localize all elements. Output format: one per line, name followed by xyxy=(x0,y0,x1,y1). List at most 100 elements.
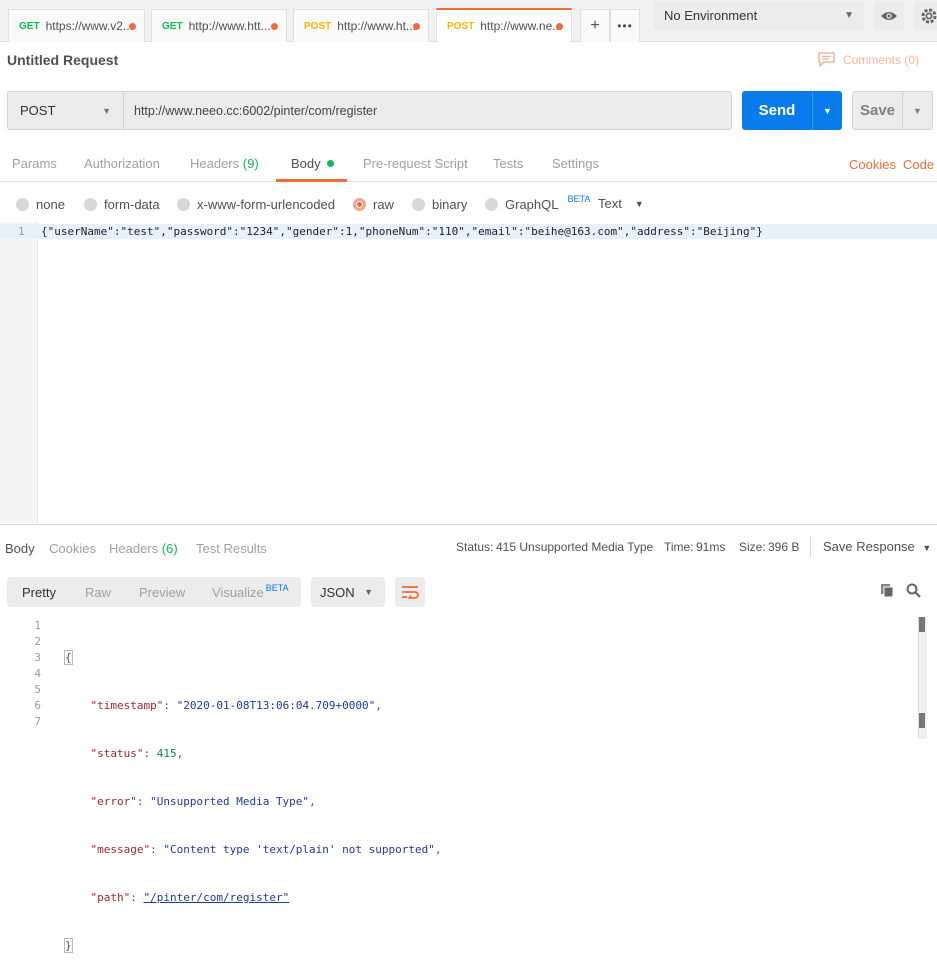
search-response-button[interactable] xyxy=(906,583,921,601)
copy-icon xyxy=(881,584,894,598)
size-value[interactable]: 396 B xyxy=(768,540,799,554)
send-button[interactable]: Send ▼ xyxy=(742,91,842,130)
response-tab-test-results[interactable]: Test Results xyxy=(196,541,267,556)
radio-binary[interactable]: binary xyxy=(412,197,467,212)
pane-divider[interactable] xyxy=(0,524,937,525)
method-select[interactable]: POST ▼ xyxy=(7,91,124,130)
search-icon xyxy=(906,583,921,598)
view-raw[interactable]: Raw xyxy=(85,585,111,600)
environment-select[interactable]: No Environment ▼ xyxy=(654,1,864,30)
tab-method: GET xyxy=(162,20,183,32)
radio-none[interactable]: none xyxy=(16,197,65,212)
line-number: 3 xyxy=(34,651,41,664)
tab-params[interactable]: Params xyxy=(12,156,57,171)
radio-selected-icon xyxy=(353,198,366,211)
save-label: Save xyxy=(859,102,896,119)
send-label: Send xyxy=(758,102,796,119)
json-value: "2020-01-08T13:06:04.709+0000" xyxy=(176,699,376,712)
gear-icon xyxy=(921,8,937,23)
more-tabs-button[interactable]: ••• xyxy=(610,9,640,42)
format-label: Text xyxy=(598,196,622,211)
response-tab-body[interactable]: Body xyxy=(5,541,35,556)
request-body-editor[interactable] xyxy=(0,222,937,524)
unsaved-dot-icon xyxy=(413,23,420,30)
status-value[interactable]: 415 Unsupported Media Type xyxy=(496,540,653,554)
wrap-lines-button[interactable] xyxy=(395,577,425,607)
unsaved-dot-icon xyxy=(271,23,278,30)
response-tab-cookies[interactable]: Cookies xyxy=(49,541,96,556)
radio-raw[interactable]: raw xyxy=(353,197,394,212)
caret-down-icon: ▼ xyxy=(634,198,644,209)
save-options-caret-icon[interactable]: ▼ xyxy=(902,92,932,129)
radio-label: x-www-form-urlencoded xyxy=(197,197,335,212)
json-value: "Unsupported Media Type" xyxy=(150,795,310,808)
response-body-viewer[interactable]: { "timestamp": "2020-01-08T13:06:04.709+… xyxy=(64,618,442,970)
radio-graphql[interactable]: GraphQL BETA xyxy=(485,194,590,212)
json-key: "error" xyxy=(90,795,137,808)
response-tab-headers-label: Headers xyxy=(109,541,159,556)
comments-button[interactable]: Comments (0) xyxy=(818,52,919,67)
line-number: 1 xyxy=(34,619,41,632)
time-value[interactable]: 91ms xyxy=(696,540,725,554)
request-body-text[interactable]: {"userName":"test","password":"1234","ge… xyxy=(41,225,763,238)
editor-gutter xyxy=(0,222,38,524)
response-tab-headers[interactable]: Headers (6) xyxy=(109,541,178,556)
status-separator xyxy=(810,536,811,558)
tab-url: https://www.v2... xyxy=(45,19,133,33)
view-preview[interactable]: Preview xyxy=(139,585,185,600)
scrollbar-thumb-top[interactable] xyxy=(919,617,925,632)
tab-authorization[interactable]: Authorization xyxy=(84,156,160,171)
radio-circle-icon xyxy=(485,198,498,211)
tab-method: GET xyxy=(19,20,40,32)
environment-quick-look-button[interactable] xyxy=(874,1,904,30)
visualize-label: Visualize xyxy=(212,585,264,600)
body-format-select[interactable]: Text ▼ xyxy=(598,196,644,211)
size-label: Size: xyxy=(739,540,766,554)
json-comma: , xyxy=(375,699,382,712)
json-key: "path" xyxy=(90,891,131,904)
send-options-caret-icon[interactable]: ▼ xyxy=(812,91,842,130)
radio-form-data[interactable]: form-data xyxy=(84,197,160,212)
json-close-brace: } xyxy=(64,938,73,953)
new-tab-button[interactable]: + xyxy=(580,9,610,42)
tab-headers[interactable]: Headers (9) xyxy=(190,156,259,171)
url-input[interactable]: http://www.neeo.cc:6002/pinter/com/regis… xyxy=(124,91,732,130)
line-number: 6 xyxy=(34,699,41,712)
view-visualize[interactable]: Visualize BETA xyxy=(212,583,289,600)
json-comma: , xyxy=(434,843,442,856)
tab-headers-label: Headers xyxy=(190,156,240,171)
tab-tests[interactable]: Tests xyxy=(493,156,523,171)
request-tab-1[interactable]: GET https://www.v2... xyxy=(8,9,145,42)
manage-environments-button[interactable] xyxy=(914,1,937,30)
code-link[interactable]: Code xyxy=(903,157,934,172)
json-open-brace: { xyxy=(64,650,73,665)
tab-url: http://www.htt... xyxy=(188,19,271,33)
caret-down-icon: ▼ xyxy=(922,543,932,553)
save-response-label: Save Response xyxy=(823,539,915,554)
radio-circle-icon xyxy=(177,198,190,211)
copy-response-button[interactable] xyxy=(880,583,894,601)
tab-pre-request-script[interactable]: Pre-request Script xyxy=(363,156,468,171)
request-title[interactable]: Untitled Request xyxy=(7,52,118,68)
tab-body[interactable]: Body xyxy=(291,156,335,171)
unsaved-dot-icon xyxy=(129,23,136,30)
save-response-button[interactable]: Save Response ▼ xyxy=(823,539,931,554)
caret-down-icon: ▼ xyxy=(844,10,854,21)
radio-urlencoded[interactable]: x-www-form-urlencoded xyxy=(177,197,335,212)
tab-method: POST xyxy=(304,20,332,32)
request-tab-2[interactable]: GET http://www.htt... xyxy=(151,9,287,42)
tab-settings[interactable]: Settings xyxy=(552,156,599,171)
cookies-link[interactable]: Cookies xyxy=(849,157,896,172)
json-colon: : xyxy=(136,795,151,808)
headers-count: (9) xyxy=(242,156,259,171)
environment-label: No Environment xyxy=(664,8,758,23)
request-tab-4-active[interactable]: POST http://www.ne... xyxy=(436,8,572,42)
line-number: 2 xyxy=(34,635,41,648)
response-headers-count: (6) xyxy=(161,541,178,556)
view-pretty[interactable]: Pretty xyxy=(22,585,56,600)
url-value: http://www.neeo.cc:6002/pinter/com/regis… xyxy=(134,103,378,118)
save-button[interactable]: Save ▼ xyxy=(852,91,933,130)
response-format-select[interactable]: JSON ▼ xyxy=(311,577,385,607)
request-tab-3[interactable]: POST http://www.ht... xyxy=(293,9,429,42)
scrollbar-thumb-bottom[interactable] xyxy=(919,713,925,728)
